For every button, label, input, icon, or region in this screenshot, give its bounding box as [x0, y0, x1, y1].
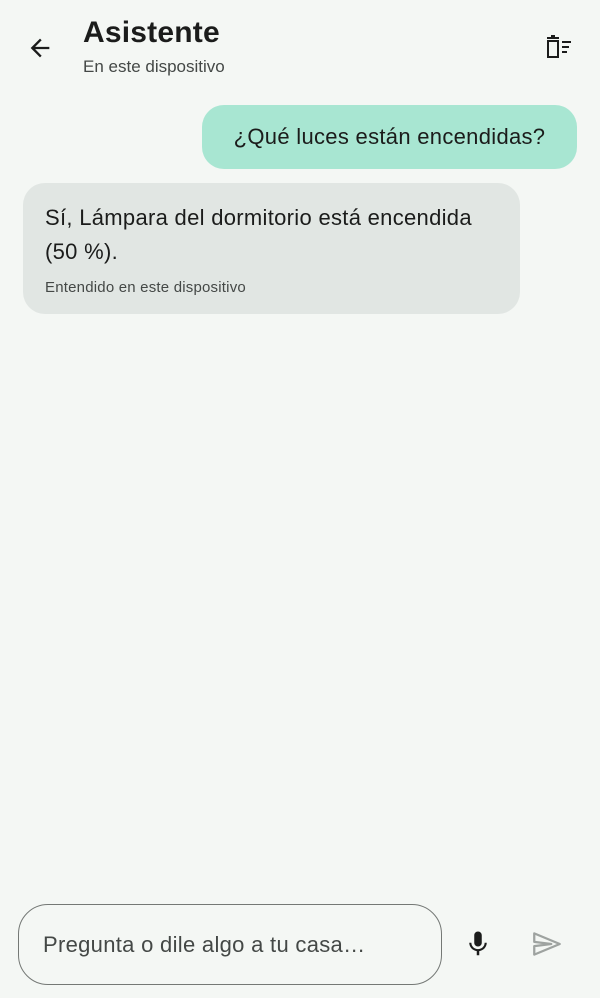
page-title: Asistente	[83, 16, 220, 49]
send-button[interactable]	[525, 922, 569, 966]
back-button[interactable]	[18, 26, 62, 70]
arrow-back-icon	[30, 38, 50, 58]
user-message-bubble: ¿Qué luces están encendidas?	[202, 105, 577, 169]
top-app-bar: Asistente En este dispositivo	[0, 0, 600, 90]
clear-history-button[interactable]	[536, 26, 580, 70]
microphone-button[interactable]	[456, 922, 500, 966]
user-message-text: ¿Qué luces están encendidas?	[233, 124, 546, 149]
microphone-icon	[469, 931, 487, 956]
assistant-message-text: Sí, Lámpara del dormitorio está encendid…	[45, 205, 472, 264]
message-input-container	[18, 904, 442, 985]
send-icon	[533, 932, 561, 956]
assistant-message-bubble: Sí, Lámpara del dormitorio está encendid…	[23, 183, 520, 314]
assistant-message-meta: Entendido en este dispositivo	[45, 279, 246, 296]
page-subtitle: En este dispositivo	[83, 57, 225, 76]
message-input[interactable]	[41, 930, 425, 959]
clear-history-icon	[547, 35, 571, 58]
